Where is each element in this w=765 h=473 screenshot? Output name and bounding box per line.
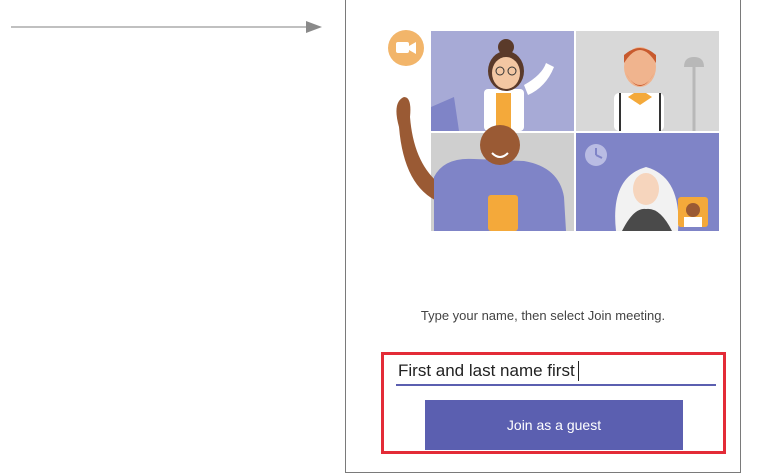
text-caret (577, 361, 579, 381)
participant-tile-1 (431, 31, 574, 131)
clock-icon (585, 144, 607, 166)
join-meeting-panel: Type your name, then select Join meeting… (345, 0, 741, 473)
name-input[interactable]: First and last name first (396, 358, 716, 386)
video-camera-icon (388, 30, 424, 66)
participant-tile-2 (576, 31, 719, 131)
meeting-illustration (388, 30, 719, 231)
instruction-text: Type your name, then select Join meeting… (420, 308, 666, 323)
join-as-guest-button[interactable]: Join as a guest (425, 400, 683, 450)
participant-tile-4 (576, 133, 719, 231)
name-input-value: First and last name first (398, 361, 575, 380)
pointer-arrow-icon (11, 21, 322, 33)
